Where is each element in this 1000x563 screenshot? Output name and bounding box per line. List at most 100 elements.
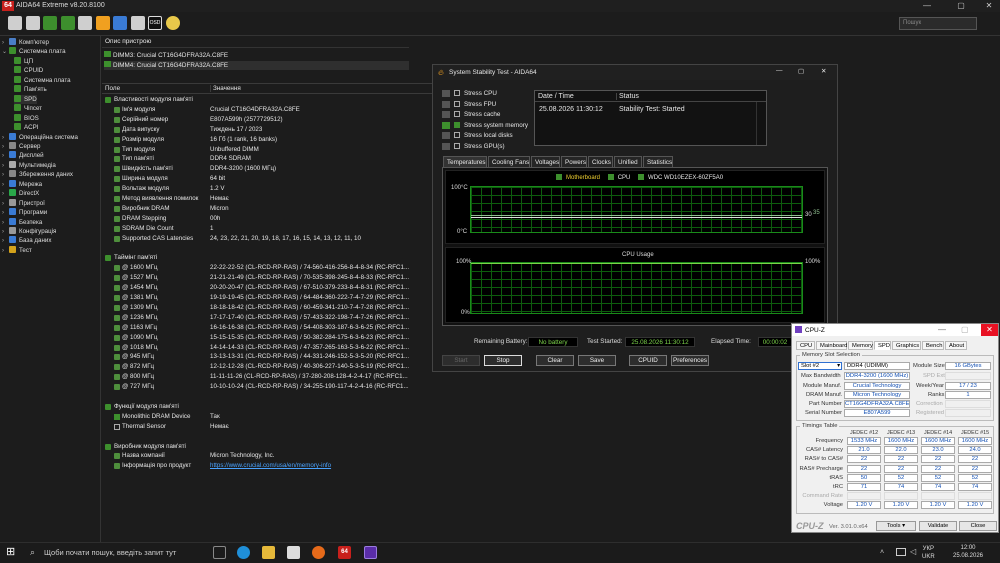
clear-button[interactable]: Clear	[536, 355, 574, 366]
clock-icon[interactable]	[165, 16, 180, 30]
file-explorer-icon[interactable]	[262, 546, 275, 559]
device-item-dimm3[interactable]: DIMM3: Crucial CT16G4DFRA32A.C8FE	[104, 51, 228, 60]
property-row[interactable]: @ 1600 МГц 22-22-22-52 (CL-RCD-RP-RAS) / …	[102, 263, 442, 273]
tree-item[interactable]: ACPI	[14, 123, 38, 132]
tree-item[interactable]: › Пристрої	[2, 198, 45, 208]
memory-icon[interactable]	[60, 16, 75, 30]
property-row[interactable]: SDRAM Die Count 1	[102, 224, 442, 234]
tree-item[interactable]: Чіпсет	[14, 104, 42, 113]
stress-option[interactable]: Stress FPU	[442, 100, 496, 109]
cpuz-tab-mainboard[interactable]: Mainboard	[816, 341, 847, 350]
tools-icon[interactable]	[78, 16, 92, 30]
tree-item[interactable]: SPD	[14, 94, 37, 105]
property-row[interactable]: Виробник DRAM Micron	[102, 204, 442, 214]
tree-item[interactable]: › Тест	[2, 245, 32, 256]
stress-option[interactable]: Stress system memory	[442, 121, 528, 130]
collapse-icon[interactable]: ⌄	[2, 48, 9, 57]
property-row[interactable]: @ 1527 МГц 21-21-21-49 (CL-RCD-RP-RAS) / …	[102, 273, 442, 283]
tools-button[interactable]: Tools ▾	[876, 521, 916, 531]
property-row[interactable]: Тип пам'яті DDR4 SDRAM	[102, 154, 442, 164]
tree-item[interactable]: CPUID	[14, 66, 43, 75]
firefox-icon[interactable]	[312, 546, 325, 559]
motherboard-icon[interactable]	[43, 16, 57, 30]
checked-box-icon[interactable]	[454, 121, 460, 128]
property-row[interactable]: @ 1018 МГц 14-14-14-33 (CL-RCD-RP-RAS) / …	[102, 343, 442, 353]
preferences-button[interactable]: Preferences	[671, 355, 709, 366]
property-row[interactable]: Розмір модуля 16 Гб (1 rank, 16 banks)	[102, 135, 442, 145]
validate-button[interactable]: Validate	[919, 521, 957, 531]
cpuz-close-button[interactable]: Close	[959, 521, 997, 531]
column-field[interactable]: Поле	[105, 85, 120, 92]
stability-minimize-button[interactable]: —	[776, 67, 783, 74]
property-row[interactable]: Monolithic DRAM Device Так	[102, 412, 442, 422]
cpuz-taskbar-icon[interactable]	[364, 546, 377, 559]
tree-item[interactable]: › Збереження даних	[2, 170, 73, 179]
product-info-link[interactable]: https://www.crucial.com/usa/en/memory-in…	[210, 461, 331, 471]
device-item-dimm4[interactable]: DIMM4: Crucial CT16G4DFRA32A.C8FE	[104, 61, 409, 70]
language-indicator[interactable]: УКР UKR	[922, 545, 935, 561]
tree-item[interactable]: › Безпека	[2, 217, 42, 227]
expand-icon[interactable]: ›	[2, 247, 9, 256]
legend-checkbox-motherboard[interactable]	[556, 174, 562, 180]
legend-checkbox-cpu[interactable]	[607, 174, 614, 180]
tree-item[interactable]: › Мультимедіа	[2, 160, 56, 170]
tree-item[interactable]: › Мережа	[2, 179, 42, 189]
cpuz-maximize-button[interactable]: ▢	[961, 325, 969, 334]
stress-option[interactable]: Stress GPU(s)	[442, 142, 505, 151]
tree-item[interactable]: › Дисплей	[2, 151, 44, 160]
property-row[interactable]: @ 727 МГц 10-10-10-24 (CL-RCD-RP-RAS) / 3…	[102, 382, 442, 392]
refresh-icon[interactable]	[8, 16, 22, 30]
property-row[interactable]: Ім'я модуля Crucial CT16G4DFRA32A.C8FE	[102, 105, 442, 115]
save-button[interactable]: Save	[578, 355, 616, 366]
cpuid-button[interactable]: CPUID	[629, 355, 667, 366]
legend-checkbox-disk[interactable]	[638, 174, 645, 180]
edge-icon[interactable]	[237, 546, 250, 559]
tree-item[interactable]: ЦП	[14, 56, 33, 66]
cpuz-tab-memory[interactable]: Memory	[848, 341, 873, 350]
property-row[interactable]: Серійний номер E807A599h (2577729512)	[102, 115, 442, 125]
property-row[interactable]: @ 1381 МГц 19-19-19-45 (CL-RCD-RP-RAS) / …	[102, 293, 442, 303]
unchecked-box-icon[interactable]	[454, 142, 460, 149]
tree-item[interactable]: › DirectX	[2, 189, 39, 198]
cpuz-tab-graphics[interactable]: Graphics	[892, 341, 921, 350]
stress-option[interactable]: Stress local disks	[442, 131, 513, 140]
start-button[interactable]: Start	[442, 355, 480, 366]
property-row[interactable]: Тип модуля Unbuffered DIMM	[102, 145, 442, 155]
unchecked-box-icon[interactable]	[454, 100, 460, 107]
tree-item[interactable]: BIOS	[14, 113, 39, 123]
property-row[interactable]: @ 1163 МГц 16-16-16-38 (CL-RCD-RP-RAS) / …	[102, 323, 442, 333]
stress-option[interactable]: Stress CPU	[442, 89, 497, 98]
network-icon[interactable]	[113, 16, 127, 30]
network-tray-icon[interactable]	[896, 548, 906, 556]
property-row[interactable]: Вольтаж модуля 1.2 V	[102, 184, 442, 194]
unchecked-box-icon[interactable]	[454, 111, 460, 117]
cpuz-tab-bench[interactable]: Bench	[922, 341, 944, 350]
cpuz-minimize-button[interactable]: —	[938, 325, 946, 334]
maximize-button[interactable]: ▢	[950, 0, 972, 12]
property-row[interactable]: Назва компанії Micron Technology, Inc.	[102, 451, 442, 461]
tree-item[interactable]: › Сервер	[2, 141, 40, 151]
unchecked-box-icon[interactable]	[454, 90, 460, 96]
property-row[interactable]: @ 1454 МГц 20-20-20-47 (CL-RCD-RP-RAS) / …	[102, 283, 442, 293]
property-row[interactable]: @ 872 МГц 12-12-12-28 (CL-RCD-RP-RAS) / 4…	[102, 362, 442, 372]
stability-close-button[interactable]: ✕	[821, 67, 826, 75]
property-row[interactable]: Інформація про продукт https://www.crucia…	[102, 461, 442, 471]
stability-maximize-button[interactable]: ▢	[798, 67, 804, 75]
property-row[interactable]: Метод виявлення помилок Немає	[102, 194, 442, 204]
tree-item[interactable]: › Програми	[2, 208, 47, 217]
close-button[interactable]: ✕	[978, 0, 1000, 12]
search-input[interactable]: Пошук	[899, 17, 977, 30]
cpuz-tab-cpu[interactable]: CPU	[796, 341, 815, 350]
task-view-icon[interactable]	[213, 546, 226, 559]
property-row[interactable]: Thermal Sensor Немає	[102, 422, 442, 432]
windows-start-icon[interactable]: ⊞	[6, 546, 18, 558]
stress-option[interactable]: Stress cache	[442, 110, 500, 119]
status-scrollbar[interactable]	[756, 102, 765, 145]
aida64-taskbar-icon[interactable]: 64	[338, 546, 351, 559]
report-icon[interactable]	[25, 16, 40, 30]
property-row[interactable]: Швидкість пам'яті DDR4-3200 (1600 МГц)	[102, 164, 442, 174]
users-icon[interactable]	[130, 16, 145, 30]
tree-item[interactable]: Пам'ять	[14, 85, 47, 94]
unchecked-box-icon[interactable]	[454, 132, 460, 138]
tree-item[interactable]: ⌄ Системна плата	[2, 47, 66, 56]
